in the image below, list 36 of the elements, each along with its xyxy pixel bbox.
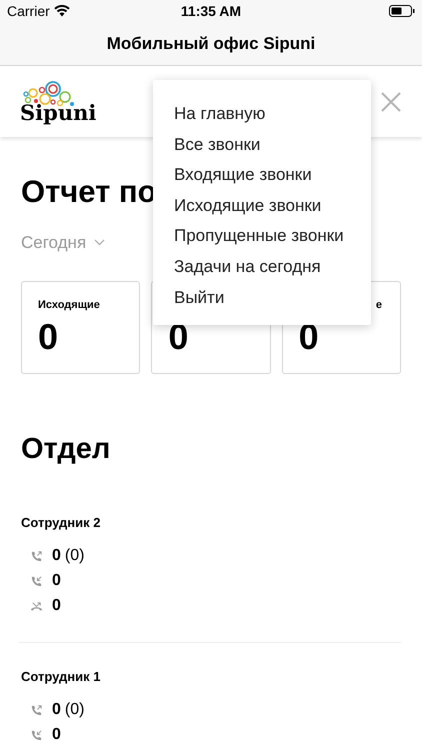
menu-item[interactable]: Пропущенные звонки xyxy=(174,221,344,252)
missed-call-icon xyxy=(30,600,43,612)
carrier-label: Carrier xyxy=(7,2,50,20)
menu-item[interactable]: Все звонки xyxy=(174,130,260,160)
employee-name: Сотрудник 1 xyxy=(21,668,102,686)
employee-name: Сотрудник 2 xyxy=(21,514,102,532)
call-count: 0 xyxy=(52,571,61,591)
chevron-down-icon xyxy=(94,239,106,246)
logo[interactable]: Sipuni xyxy=(20,80,94,124)
call-count: 0 xyxy=(52,596,61,616)
card-label: е xyxy=(374,298,383,312)
incoming-call-icon xyxy=(30,728,43,742)
battery-icon xyxy=(389,5,415,17)
call-count: 0 xyxy=(52,700,61,720)
menu-item[interactable]: Задачи на сегодня xyxy=(174,252,321,283)
card-value: 0 xyxy=(168,316,188,358)
menu-item[interactable]: Выйти xyxy=(174,282,224,314)
department-title: Отдел xyxy=(21,432,110,466)
outgoing-call-icon xyxy=(30,704,43,716)
card-value: 0 xyxy=(38,316,58,358)
menu-item[interactable]: Входящие звонки xyxy=(174,160,312,191)
incoming-call-icon xyxy=(30,574,43,588)
nav-title: Мобильный офис Sipuni xyxy=(106,32,316,55)
call-count-extra: (0) xyxy=(64,700,84,720)
clock-label: 11:35 AM xyxy=(180,2,242,18)
outgoing-call-icon xyxy=(30,550,43,562)
call-count: 0 xyxy=(52,546,61,566)
card-value: 0 xyxy=(298,316,319,358)
menu-item[interactable]: Исходящие звонки xyxy=(174,190,322,222)
logo-text: Sipuni xyxy=(20,102,96,124)
call-count-extra: (0) xyxy=(64,546,84,566)
card-label: Исходящие xyxy=(38,298,101,312)
menu-item[interactable]: На главную xyxy=(174,99,266,130)
wifi-icon xyxy=(54,5,70,17)
call-count: 0 xyxy=(52,725,61,745)
close-icon[interactable] xyxy=(381,92,401,112)
